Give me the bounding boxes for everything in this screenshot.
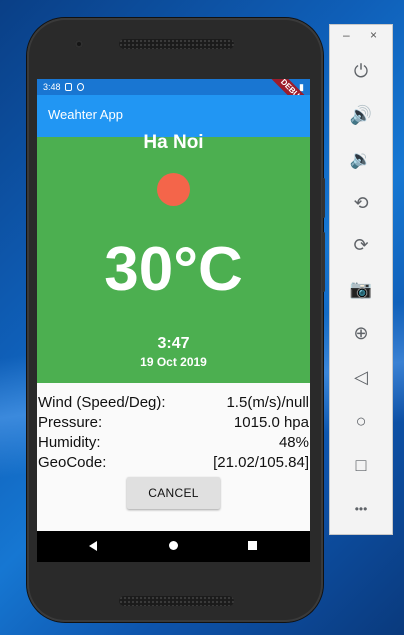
more-icon[interactable]: •••: [347, 495, 375, 523]
sync-icon: [77, 83, 84, 91]
home-icon[interactable]: ○: [347, 407, 375, 435]
overview-icon[interactable]: □: [347, 451, 375, 479]
side-key: [322, 178, 325, 218]
close-icon[interactable]: ×: [370, 28, 377, 42]
power-icon[interactable]: ⏻: [347, 57, 375, 85]
current-date: 19 Oct 2019: [140, 355, 207, 369]
info-row-pressure: Pressure: 1015.0 hpa: [37, 414, 310, 434]
info-row-wind: Wind (Speed/Deg): 1.5(m/s)/null: [37, 394, 310, 414]
emulator-controls-panel: – × ⏻ 🔊 🔉 ⟲ ⟳ 📷 ⊕ ◁ ○ □ •••: [329, 24, 393, 535]
rotate-left-icon[interactable]: ⟲: [347, 189, 375, 217]
side-key: [322, 232, 325, 292]
back-icon[interactable]: [89, 541, 97, 551]
volume-down-icon[interactable]: 🔉: [347, 145, 375, 173]
volume-up-icon[interactable]: 🔊: [347, 101, 375, 129]
info-label: Humidity:: [38, 434, 101, 451]
info-row-geocode: GeoCode: [21.02/105.84]: [37, 454, 310, 474]
zoom-icon[interactable]: ⊕: [347, 319, 375, 347]
top-speaker: [119, 39, 234, 49]
info-value: 1.5(m/s)/null: [226, 394, 309, 411]
weather-panel: Ha Noi 30°C 3:47 19 Oct 2019: [37, 132, 310, 383]
info-value: [21.02/105.84]: [213, 454, 309, 471]
info-row-humidity: Humidity: 48%: [37, 434, 310, 454]
bottom-speaker: [119, 596, 234, 606]
camera-icon[interactable]: 📷: [347, 275, 375, 303]
app-bar: Weahter App: [37, 95, 310, 137]
cancel-button[interactable]: CANCEL: [127, 477, 220, 509]
info-value: 48%: [278, 434, 309, 451]
info-label: GeoCode:: [38, 454, 107, 471]
android-nav-bar: [37, 531, 310, 562]
phone-screen: 3:48 ▮ DEBUG Weahter App Ha Noi 30°C 3:4…: [37, 79, 310, 562]
rotate-right-icon[interactable]: ⟳: [347, 231, 375, 259]
front-camera: [75, 40, 83, 48]
recents-icon[interactable]: [248, 541, 257, 550]
emulator-title-bar: – ×: [330, 25, 392, 47]
info-label: Pressure:: [38, 414, 103, 431]
temperature: 30°C: [104, 235, 243, 304]
weather-sun-icon: [157, 173, 190, 206]
current-time: 3:47: [157, 335, 190, 352]
app-title: Weahter App: [48, 107, 123, 122]
status-bar: 3:48 ▮ DEBUG: [37, 79, 310, 124]
home-icon[interactable]: [169, 541, 178, 550]
minimize-icon[interactable]: –: [343, 28, 350, 42]
info-label: Wind (Speed/Deg):: [38, 394, 166, 411]
info-value: 1015.0 hpa: [233, 414, 309, 431]
status-time: 3:48: [43, 82, 61, 92]
back-icon[interactable]: ◁: [347, 363, 375, 391]
sd-card-icon: [65, 83, 72, 91]
city-name: Ha Noi: [143, 132, 204, 153]
